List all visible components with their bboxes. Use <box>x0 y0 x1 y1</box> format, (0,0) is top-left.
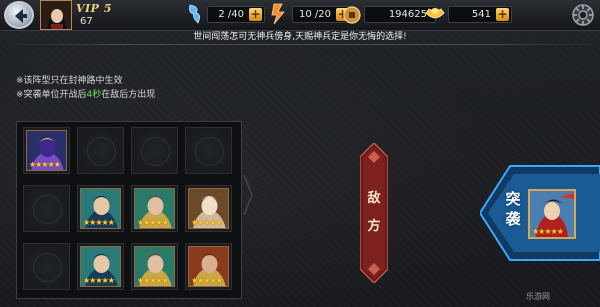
hero-portrait: ★★★★★ <box>188 246 229 287</box>
tip-highlight: 4秒 <box>86 90 102 100</box>
coin-value: 194625 <box>388 9 427 20</box>
panel-edge-arrow-icon <box>243 175 253 215</box>
top-bar: VIP 5 67 2 /40 + 10 /20 + 194625 541 + <box>0 0 600 31</box>
hero-stars: ★★★★★ <box>191 218 223 227</box>
hero-slot-general[interactable]: ★★★★★ <box>77 243 124 290</box>
empty-formation-slot[interactable] <box>185 127 232 174</box>
formation-grid: ★★★★★ ★★★★★ ★★★★★ ★★★★★ ★★★★★ ★★★★★ ★★★★★ <box>16 121 242 299</box>
energy-icon <box>271 3 285 25</box>
back-arrow-icon <box>15 9 27 23</box>
hero-slot-warrior[interactable]: ★★★★★ <box>131 243 178 290</box>
raid-hero-stars: ★★★★★ <box>532 227 564 236</box>
enemy-label-char-1: 敌 <box>367 191 381 206</box>
hero-slot-general[interactable]: ★★★★★ <box>77 185 124 232</box>
formation-tips: ※该阵型只在封神路中生效 ※突袭单位开战后4秒在敌后方出现 <box>16 74 155 102</box>
hero-stars: ★★★★★ <box>83 276 115 285</box>
player-avatar[interactable] <box>40 0 72 30</box>
stamina-icon <box>189 4 200 24</box>
gold-value: 541 <box>471 9 491 20</box>
hero-stars: ★★★★★ <box>191 276 223 285</box>
hero-stars: ★★★★★ <box>137 276 169 285</box>
player-level: 67 <box>80 16 93 27</box>
hero-slot-warrior[interactable]: ★★★★★ <box>131 185 178 232</box>
hero-stars: ★★★★★ <box>83 218 115 227</box>
tip-line-1: ※该阵型只在封神路中生效 <box>16 76 123 86</box>
empty-formation-slot[interactable] <box>23 243 70 290</box>
hero-portrait: ★★★★★ <box>80 188 121 229</box>
hero-stars: ★★★★★ <box>29 160 61 169</box>
stamina-value: 2 /40 <box>218 9 244 20</box>
vip-label: VIP 5 <box>76 2 112 15</box>
hero-portrait: ★★★★★ <box>188 188 229 229</box>
hero-slot-priestess[interactable]: ★★★★★ <box>185 185 232 232</box>
empty-formation-slot[interactable] <box>131 127 178 174</box>
hero-slot-demon[interactable]: ★★★★★ <box>23 127 70 174</box>
hero-stars: ★★★★★ <box>137 218 169 227</box>
tip-line-2: ※突袭单位开战后4秒在敌后方出现 <box>16 90 156 100</box>
stamina-add-button[interactable]: + <box>249 8 262 21</box>
gold-ingot-icon <box>425 8 445 19</box>
energy-value: 10 /20 <box>299 9 331 20</box>
settings-gear-icon[interactable] <box>571 3 595 27</box>
enemy-side-banner: 敌 方 <box>359 141 389 285</box>
coin-icon <box>343 6 361 24</box>
empty-formation-slot[interactable] <box>77 127 124 174</box>
hero-portrait: ★★★★★ <box>80 246 121 287</box>
hero-portrait: ★★★★★ <box>26 130 67 171</box>
gold-box: 541 + <box>448 6 512 23</box>
hero-portrait: ★★★★★ <box>134 246 175 287</box>
raid-label-char-2: 袭 <box>505 210 521 228</box>
raid-hero-card[interactable]: ★★★★★ <box>528 189 576 239</box>
back-button[interactable] <box>4 1 34 29</box>
gold-add-button[interactable]: + <box>496 8 509 21</box>
notice-divider <box>0 44 600 45</box>
stamina-box: 2 /40 + <box>207 6 265 23</box>
raid-label-char-1: 突 <box>505 190 521 208</box>
empty-formation-slot[interactable] <box>23 185 70 232</box>
enemy-label-char-2: 方 <box>367 219 381 234</box>
hero-portrait: ★★★★★ <box>134 188 175 229</box>
watermark-text: 乐游网 <box>526 292 550 301</box>
hero-slot-bearded[interactable]: ★★★★★ <box>185 243 232 290</box>
notice-banner: 世间闯荡怎可无神兵傍身,天赐神兵定是你无悔的选择! <box>193 32 407 42</box>
